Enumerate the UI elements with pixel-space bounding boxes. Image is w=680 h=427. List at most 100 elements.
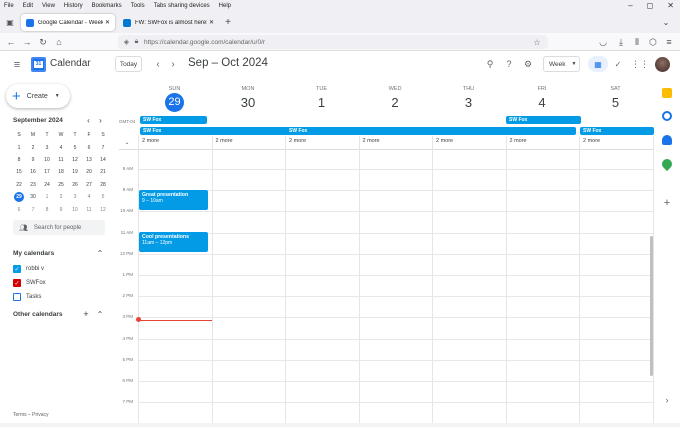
calendar-event[interactable]: Cool presentations 11am – 12pm — [139, 232, 208, 253]
day-column-header[interactable]: MON 30 — [212, 81, 285, 112]
back-icon[interactable]: ← — [4, 35, 18, 49]
menu-edit[interactable]: Edit — [23, 3, 33, 9]
mini-calendar-day[interactable]: 18 — [54, 166, 68, 178]
mini-calendar-day[interactable]: 5 — [96, 191, 110, 203]
bookmark-star-icon[interactable]: ☆ — [532, 37, 542, 47]
maps-icon[interactable] — [659, 156, 675, 172]
calendar-item-robbi[interactable]: ✓ robbi v — [13, 264, 44, 274]
menu-tabs-sharing[interactable]: Tabs sharing devices — [154, 3, 210, 9]
mini-calendar-day[interactable]: 19 — [68, 166, 82, 178]
menu-bookmarks[interactable]: Bookmarks — [92, 3, 122, 9]
menu-history[interactable]: History — [64, 3, 83, 9]
mini-calendar-day[interactable]: 2 — [54, 191, 68, 203]
next-week-icon[interactable]: › — [167, 57, 179, 71]
previous-week-icon[interactable]: ‹ — [152, 57, 164, 71]
mini-calendar-day[interactable]: 25 — [54, 179, 68, 191]
all-day-event-swfox[interactable]: SW Fox — [140, 127, 280, 135]
calendar-event[interactable]: Great presentation 9 – 10am — [139, 189, 208, 210]
today-button[interactable]: Today — [115, 56, 142, 72]
mini-calendar-day[interactable]: 15 — [12, 166, 26, 178]
new-tab-icon[interactable]: + — [222, 16, 234, 28]
mini-calendar-day[interactable]: 16 — [26, 166, 40, 178]
mini-calendar-day[interactable]: 1 — [12, 142, 26, 154]
day-number[interactable]: 1 — [285, 93, 358, 112]
mini-calendar-day[interactable]: 4 — [82, 191, 96, 203]
calendar-view-toggle-icon[interactable]: ▦ — [588, 56, 608, 72]
mini-calendar-day[interactable]: 24 — [40, 179, 54, 191]
grid-scrollbar[interactable] — [650, 236, 653, 376]
mini-calendar-day[interactable]: 14 — [96, 154, 110, 166]
mini-calendar-day[interactable]: 4 — [54, 142, 68, 154]
menu-view[interactable]: View — [42, 3, 55, 9]
contacts-icon[interactable] — [662, 135, 672, 145]
search-icon[interactable]: ⚲ — [484, 58, 496, 70]
my-calendars-heading[interactable]: My calendars — [13, 250, 54, 257]
tab-list-icon[interactable]: ▣ — [4, 17, 16, 27]
create-button[interactable]: + Create ▼ — [6, 84, 70, 108]
lock-icon[interactable]: 🔒︎ — [132, 37, 141, 47]
checkbox-unchecked-icon[interactable] — [13, 293, 21, 301]
mini-calendar-day[interactable]: 11 — [82, 204, 96, 216]
day-column-header[interactable]: SAT 5 — [579, 81, 652, 112]
mini-prev-month-icon[interactable]: ‹ — [84, 116, 93, 125]
mini-calendar-day[interactable]: 10 — [68, 204, 82, 216]
mini-calendar-day[interactable]: 9 — [26, 154, 40, 166]
app-menu-icon[interactable]: ≡ — [662, 35, 676, 49]
all-day-event-swfox[interactable]: SW Fox — [506, 116, 581, 124]
close-tab-icon[interactable]: ✕ — [209, 19, 214, 26]
menu-file[interactable]: File — [4, 3, 14, 9]
day-number[interactable]: 30 — [212, 93, 285, 112]
google-apps-icon[interactable]: ⋮⋮ — [631, 58, 649, 70]
mini-calendar-day[interactable]: 20 — [82, 166, 96, 178]
minimize-icon[interactable]: – — [628, 1, 632, 10]
mini-calendar-day[interactable]: 10 — [40, 154, 54, 166]
more-events-link[interactable]: 2 more — [216, 138, 233, 144]
day-column-header[interactable]: WED 2 — [359, 81, 432, 112]
help-icon[interactable]: ? — [503, 58, 515, 70]
day-column-header[interactable]: SUN 29 — [138, 81, 211, 112]
search-people-input[interactable]: 👥︎ Search for people — [13, 220, 105, 235]
day-number[interactable]: 4 — [506, 93, 579, 112]
more-events-link[interactable]: 2 more — [363, 138, 380, 144]
day-number[interactable]: 5 — [579, 93, 652, 112]
collapse-other-calendars-icon[interactable]: ⌃ — [95, 309, 105, 319]
mini-calendar-day[interactable]: 23 — [26, 179, 40, 191]
mini-calendar-day[interactable]: 5 — [68, 142, 82, 154]
mini-calendar-day[interactable]: 12 — [68, 154, 82, 166]
all-day-event-swfox[interactable]: SW Fox — [286, 127, 576, 135]
more-events-link[interactable]: 2 more — [510, 138, 527, 144]
reload-icon[interactable]: ↻ — [36, 35, 50, 49]
day-column-header[interactable]: TUE 1 — [285, 81, 358, 112]
forward-icon[interactable]: → — [20, 35, 34, 49]
mini-calendar-day[interactable]: 28 — [96, 179, 110, 191]
show-side-panel-icon[interactable]: › — [661, 394, 673, 406]
mini-calendar-day[interactable]: 26 — [68, 179, 82, 191]
calendar-item-tasks[interactable]: Tasks — [13, 292, 41, 302]
day-column-header[interactable]: FRI 4 — [506, 81, 579, 112]
terms-privacy-link[interactable]: Terms – Privacy — [13, 412, 49, 418]
mini-calendar-day[interactable]: 3 — [40, 142, 54, 154]
expand-all-day-icon[interactable]: ⌄ — [122, 138, 132, 146]
get-addons-icon[interactable]: + — [661, 197, 673, 209]
mini-calendar-day[interactable]: 13 — [82, 154, 96, 166]
extensions-icon[interactable]: ⬡ — [646, 35, 660, 49]
more-events-link[interactable]: 2 more — [142, 138, 159, 144]
mini-calendar-day[interactable]: 8 — [40, 204, 54, 216]
all-day-event-swfox[interactable]: SW Fox — [580, 127, 654, 135]
pocket-icon[interactable]: ◡ — [596, 35, 610, 49]
mini-calendar-day[interactable]: 30 — [26, 191, 40, 203]
mini-calendar-day[interactable]: 9 — [54, 204, 68, 216]
tasks-icon[interactable] — [662, 111, 672, 121]
menu-help[interactable]: Help — [219, 3, 231, 9]
mini-calendar-day[interactable]: 6 — [82, 142, 96, 154]
tasks-view-toggle-icon[interactable]: ✓ — [610, 56, 626, 72]
tab-email[interactable]: FW: SWFox is almost here! - rab ✕ — [118, 14, 219, 31]
day-number[interactable]: 3 — [432, 93, 505, 112]
library-icon[interactable]: ⫴ — [630, 35, 644, 49]
mini-calendar-day[interactable]: 1 — [40, 191, 54, 203]
mini-next-month-icon[interactable]: › — [96, 116, 105, 125]
main-menu-icon[interactable]: ≡ — [9, 57, 25, 73]
mini-calendar-day[interactable]: 2 — [26, 142, 40, 154]
url-bar[interactable]: ◈ 🔒︎ https://calendar.google.com/calenda… — [118, 35, 548, 49]
view-selector[interactable]: Week ▼ — [543, 56, 580, 72]
